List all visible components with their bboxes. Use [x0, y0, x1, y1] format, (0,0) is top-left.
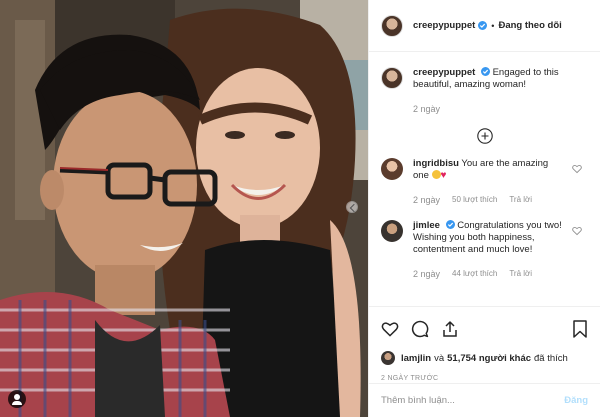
verified-badge-icon	[478, 21, 488, 30]
commenter-username[interactable]: jimlee	[413, 220, 440, 231]
author-avatar[interactable]	[381, 14, 403, 37]
likes-summary: lamjlin và 51,754 người khác đã thích	[381, 351, 588, 365]
liker-avatar[interactable]	[381, 351, 395, 365]
load-more-comments[interactable]	[369, 128, 600, 146]
carousel-arrow-icon[interactable]	[346, 201, 358, 213]
post-timestamp[interactable]: 2 NGÀY TRƯỚC	[381, 375, 588, 382]
caption-username[interactable]: creepypuppet	[413, 67, 475, 78]
add-comment-bar: Đăng	[369, 383, 600, 417]
comment-icon[interactable]	[411, 320, 429, 338]
follow-status-button[interactable]: Đang theo dõi	[498, 20, 561, 31]
caption-age[interactable]: 2 ngày	[413, 103, 440, 115]
post-details-panel: creepypuppet • Đang theo dõi creepypuppe…	[368, 0, 600, 417]
commenter-avatar[interactable]	[381, 220, 403, 242]
other-likes-count[interactable]: 51,754 người khác	[447, 353, 531, 364]
caption-item: creepypuppet Engaged to this beautiful, …	[369, 67, 600, 115]
share-icon[interactable]	[441, 320, 459, 338]
heart-icon[interactable]	[572, 226, 582, 236]
verified-badge-icon	[480, 67, 490, 76]
reply-button[interactable]: Trả lời	[509, 268, 532, 280]
comment-input[interactable]	[381, 395, 565, 406]
bookmark-icon[interactable]	[572, 320, 588, 338]
likes-connector: và	[434, 352, 445, 364]
commenter-avatar[interactable]	[381, 158, 403, 180]
author-avatar[interactable]	[381, 67, 403, 89]
comment-item: ingridbisu You are the amazing one ♥ 2 n…	[369, 158, 600, 206]
post-photo[interactable]	[0, 0, 368, 417]
comment-likes[interactable]: 44 lượt thích	[452, 268, 497, 280]
action-bar	[381, 319, 588, 339]
blushing-emoji-icon	[431, 170, 441, 179]
post-actions: lamjlin và 51,754 người khác đã thích 2 …	[369, 306, 600, 382]
comment-likes[interactable]: 50 lượt thích	[452, 194, 497, 206]
user-tag-icon[interactable]	[8, 390, 26, 408]
commenter-username[interactable]: ingridbisu	[413, 158, 459, 169]
plus-circle-icon[interactable]	[476, 128, 493, 144]
red-heart-emoji-icon: ♥	[440, 170, 447, 181]
heart-icon[interactable]	[381, 320, 399, 338]
comment-item: jimlee Congratulations you two! Wishing …	[369, 220, 600, 280]
verified-badge-icon	[445, 220, 455, 229]
comment-age[interactable]: 2 ngày	[413, 194, 440, 206]
comment-age[interactable]: 2 ngày	[413, 268, 440, 280]
reply-button[interactable]: Trả lời	[509, 194, 532, 206]
post-comment-button[interactable]: Đăng	[564, 395, 588, 406]
post-header: creepypuppet • Đang theo dõi	[369, 0, 600, 52]
first-liker-username[interactable]: lamjlin	[401, 353, 431, 364]
heart-icon[interactable]	[572, 164, 582, 174]
likes-suffix: đã thích	[534, 352, 568, 364]
author-username[interactable]: creepypuppet	[413, 20, 475, 31]
separator-dot: •	[491, 20, 495, 31]
couple-selfie-image	[0, 0, 368, 417]
comments-list[interactable]: creepypuppet Engaged to this beautiful, …	[369, 53, 600, 303]
